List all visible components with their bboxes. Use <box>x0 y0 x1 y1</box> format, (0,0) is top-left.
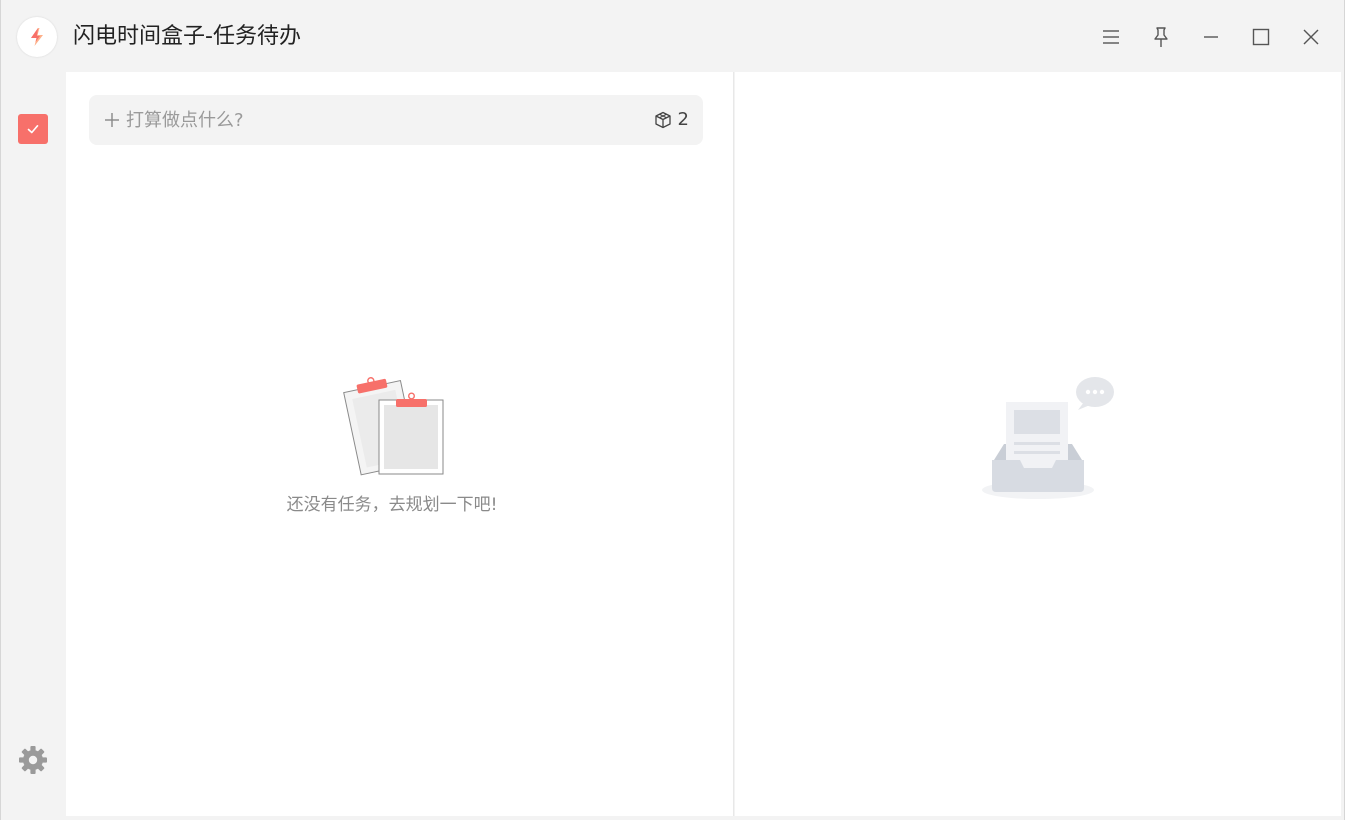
empty-task-state: 还没有任务，去规划一下吧! <box>282 372 502 515</box>
checkbox-checked-icon <box>27 125 39 134</box>
close-icon <box>1303 29 1319 45</box>
empty-detail-state <box>980 372 1120 506</box>
pin-icon <box>1154 27 1168 47</box>
sidebar-item-todo[interactable] <box>18 114 48 144</box>
title-bar: 闪电时间盒子-任务待办 <box>1 0 1344 72</box>
minimize-button[interactable] <box>1196 22 1226 52</box>
sidebar <box>1 72 66 820</box>
inbox-document-illustration <box>982 377 1114 499</box>
plus-icon <box>103 111 121 129</box>
task-count-button[interactable]: 2 <box>654 109 689 131</box>
gear-icon <box>19 746 47 774</box>
lightning-logo-icon <box>31 28 43 46</box>
clipboards-illustration <box>343 377 444 476</box>
app-logo <box>17 17 57 57</box>
maximize-button[interactable] <box>1246 22 1276 52</box>
pin-button[interactable] <box>1146 22 1176 52</box>
add-task-bar[interactable]: 2 <box>89 95 703 145</box>
task-list-panel: 2 还没有任务，去规划一下吧! <box>66 72 734 816</box>
menu-button[interactable] <box>1096 22 1126 52</box>
maximize-icon <box>1252 28 1270 46</box>
menu-icon <box>1103 30 1119 44</box>
cube-icon <box>654 111 671 129</box>
task-count: 2 <box>677 109 689 130</box>
settings-button[interactable] <box>17 744 49 776</box>
add-task-input[interactable] <box>126 105 626 135</box>
minimize-icon <box>1204 36 1218 38</box>
window-title: 闪电时间盒子-任务待办 <box>73 24 301 49</box>
task-detail-panel <box>735 72 1341 816</box>
empty-task-message: 还没有任务，去规划一下吧! <box>286 495 498 515</box>
close-button[interactable] <box>1296 22 1326 52</box>
